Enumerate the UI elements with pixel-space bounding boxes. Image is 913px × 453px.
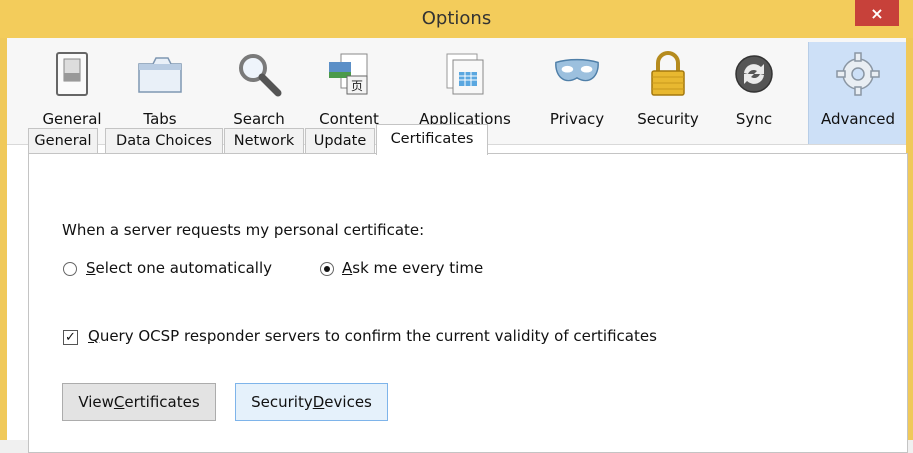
close-button[interactable]: ×	[855, 0, 899, 26]
subtab-certificates[interactable]: Certificates	[376, 124, 488, 155]
security-lock-icon	[644, 50, 692, 98]
toolbar-content-label: Content	[319, 110, 379, 128]
window-title: Options	[421, 8, 492, 29]
subtab-data-choices[interactable]: Data Choices	[105, 128, 223, 154]
toolbar-security[interactable]: Security	[627, 42, 709, 144]
radio-selected-dot	[324, 266, 330, 272]
applications-icon	[441, 50, 489, 98]
radio-ask-every-time[interactable]	[320, 262, 334, 276]
content-icon: 页	[325, 50, 373, 98]
svg-text:页: 页	[351, 79, 363, 93]
certificates-panel: When a server requests my personal certi…	[28, 153, 908, 453]
title-bar[interactable]: Options ×	[0, 0, 913, 38]
radio-select-automatically[interactable]	[63, 262, 77, 276]
toolbar-sync[interactable]: Sync	[723, 42, 785, 144]
toolbar-search-label: Search	[233, 110, 285, 128]
advanced-gear-icon	[834, 50, 882, 98]
security-devices-button[interactable]: Security Devices	[235, 383, 388, 421]
toolbar-advanced[interactable]: Advanced	[808, 42, 906, 144]
certificate-request-prompt: When a server requests my personal certi…	[62, 221, 425, 239]
ocsp-checkbox[interactable]: ✓	[63, 330, 78, 345]
toolbar-privacy-label: Privacy	[549, 110, 605, 128]
toolbar-security-label: Security	[637, 110, 699, 128]
close-icon: ×	[870, 3, 884, 23]
privacy-mask-icon	[553, 50, 601, 98]
toolbar-tabs-label: Tabs	[143, 110, 177, 128]
subtab-network[interactable]: Network	[224, 128, 304, 154]
options-window: Options × General Tabs Search 页 Content …	[0, 0, 913, 453]
tabs-icon	[136, 50, 184, 98]
view-certificates-button[interactable]: View Certificates	[62, 383, 216, 421]
search-icon	[235, 50, 283, 98]
toolbar-sync-label: Sync	[735, 110, 773, 128]
toolbar-general-label: General	[42, 110, 102, 128]
radio-select-automatically-label[interactable]: Select one automatically	[86, 259, 272, 277]
ocsp-checkbox-label[interactable]: Query OCSP responder servers to confirm …	[88, 327, 657, 345]
general-switch-icon	[48, 50, 96, 98]
subtab-update[interactable]: Update	[305, 128, 375, 154]
sync-icon	[730, 50, 778, 98]
subtab-general[interactable]: General	[28, 128, 98, 154]
toolbar-privacy[interactable]: Privacy	[541, 42, 613, 144]
radio-ask-every-time-label[interactable]: Ask me every time	[342, 259, 483, 277]
toolbar-advanced-label: Advanced	[820, 110, 896, 128]
